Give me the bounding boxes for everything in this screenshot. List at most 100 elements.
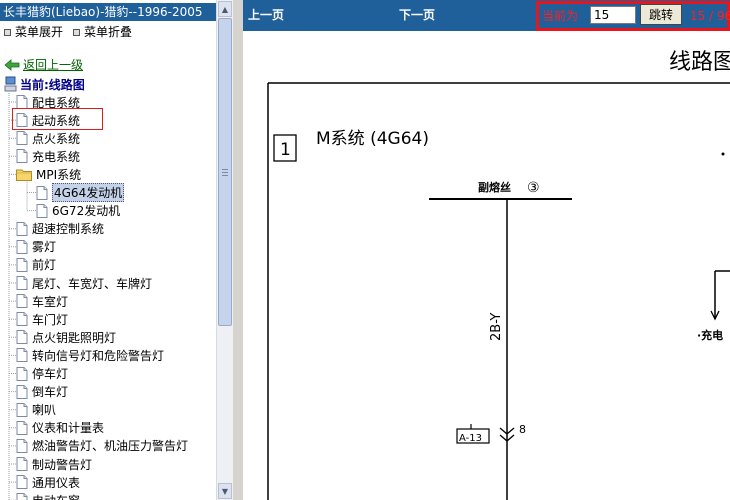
current-location-label: 当前:线路图 [20, 77, 85, 92]
tree-item[interactable]: 喇叭 [16, 401, 56, 419]
menu-controls: 菜单展开 菜单折叠 [4, 24, 132, 40]
wiring-diagram: 线路图 1 M系统 (4G64) 副熔丝 ③ 2B-Y A-13 8 ·充电 [267, 50, 730, 500]
back-arrow-icon [4, 59, 20, 71]
document-icon [16, 239, 28, 254]
dot-mark [721, 152, 725, 156]
section-number: 1 [280, 140, 291, 160]
scroll-down-button[interactable]: ▼ [218, 483, 232, 499]
document-icon [16, 312, 28, 327]
tree-item-label: 起动系统 [32, 113, 81, 128]
document-icon [16, 149, 28, 164]
prev-page-link[interactable]: 上一页 [248, 7, 284, 23]
expand-icon [4, 28, 11, 36]
tree-item[interactable]: 通用仪表 [16, 473, 80, 491]
diagram-page-title: 线路图 [669, 50, 730, 75]
back-link-label: 返回上一级 [23, 58, 84, 72]
tree-item-label: 雾灯 [32, 240, 57, 255]
tree-item[interactable]: 制动警告灯 [16, 455, 92, 473]
menu-expand-label: 菜单展开 [15, 25, 64, 39]
tree-item[interactable]: 仪表和计量表 [16, 419, 104, 437]
connector-label: A-13 [459, 433, 482, 444]
tree-item[interactable]: 倒车灯 [16, 383, 68, 401]
menu-expand-button[interactable]: 菜单展开 [4, 24, 63, 40]
tree-item-label: 配电系统 [32, 95, 81, 110]
document-icon [16, 438, 28, 453]
tree-folder[interactable]: MPI系统 [16, 165, 81, 183]
fuse-label: 副熔丝 [478, 180, 511, 194]
tree-item[interactable]: 燃油警告灯、机油压力警告灯 [16, 437, 188, 455]
collapse-icon [73, 28, 81, 36]
tree-item-label: 喇叭 [32, 403, 57, 418]
document-icon [16, 294, 28, 309]
tree-item-label: 超速控制系统 [32, 222, 105, 237]
page-count: 15 / 96 [690, 9, 730, 23]
tree-item-label: 车门灯 [32, 312, 69, 327]
tree-item[interactable]: 尾灯、车宽灯、车牌灯 [16, 274, 152, 292]
tree-item-label: 制动警告灯 [32, 457, 93, 472]
diagram-pane: 上一页 下一页 当前为 跳转 15 / 96 线路图 1 M系统 (4G64) … [243, 0, 730, 500]
scroll-up-button[interactable]: ▲ [218, 1, 232, 17]
document-icon [16, 113, 28, 128]
tree-item[interactable]: 停车灯 [16, 365, 68, 383]
tree-item-label: 燃油警告灯、机油压力警告灯 [32, 439, 189, 454]
tree-item[interactable]: 电动车窗 [16, 491, 80, 500]
tree-item[interactable]: 雾灯 [16, 238, 56, 256]
wire-code: 2B-Y [489, 313, 504, 341]
tree-scrollbar[interactable]: ▲ ▼ [216, 0, 233, 500]
tree-item[interactable]: 充电系统 [16, 147, 80, 165]
system-header: M系统 (4G64) [316, 129, 429, 149]
document-icon [16, 348, 28, 363]
computer-icon [4, 76, 17, 92]
tree-item[interactable]: 点火系统 [16, 129, 80, 147]
document-icon [16, 221, 28, 236]
document-icon [16, 493, 28, 500]
document-icon [36, 203, 48, 218]
tree-item[interactable]: 起动系统 [16, 111, 80, 129]
tree-item[interactable]: 6G72发动机 [36, 202, 120, 220]
scroll-grip-icon [222, 169, 228, 177]
document-icon [16, 420, 28, 435]
document-icon [36, 185, 48, 200]
document-icon [16, 402, 28, 417]
folder-open-icon [16, 168, 32, 181]
tree-item[interactable]: 前灯 [16, 256, 56, 274]
tree-item-label: 6G72发动机 [52, 204, 121, 219]
pane-divider[interactable] [233, 0, 243, 500]
tree-item-label: 转向信号灯和危险警告灯 [32, 348, 165, 363]
document-icon [16, 475, 28, 490]
page-number-input[interactable] [590, 6, 636, 24]
document-icon [16, 457, 28, 471]
scroll-thumb[interactable] [218, 18, 232, 326]
document-icon [16, 276, 28, 290]
tree-item-label: 前灯 [32, 258, 57, 273]
tree-item-label: 尾灯、车宽灯、车牌灯 [32, 276, 153, 291]
current-location: 当前:线路图 [4, 75, 85, 93]
menu-collapse-button[interactable]: 菜单折叠 [73, 24, 132, 40]
charging-label: ·充电 [697, 328, 723, 342]
current-page-label: 当前为 [542, 9, 579, 23]
tree-item-label: 点火钥匙照明灯 [32, 330, 117, 345]
tree-pane: 长丰猎豹(Liebao)-猎豹--1996-2005 菜单展开 菜单折叠 返回上… [0, 0, 216, 500]
tree-item[interactable]: 配电系统 [16, 93, 80, 111]
tree-item[interactable]: 车室灯 [16, 292, 68, 310]
document-icon [16, 384, 28, 399]
tree-item[interactable]: 转向信号灯和危险警告灯 [16, 346, 164, 364]
back-link[interactable]: 返回上一级 [4, 57, 83, 73]
tree-item-label: 停车灯 [32, 367, 69, 381]
fuse-number: ③ [527, 180, 540, 196]
jump-button[interactable]: 跳转 [640, 4, 682, 25]
window-title: 长丰猎豹(Liebao)-猎豹--1996-2005 [0, 3, 216, 21]
tree-item-label: 倒车灯 [32, 385, 69, 400]
tree-item[interactable]: 超速控制系统 [16, 220, 104, 238]
next-page-link[interactable]: 下一页 [399, 7, 435, 23]
connector-pin-number: 8 [519, 423, 526, 436]
tree-item[interactable]: 4G64发动机 [36, 183, 125, 202]
tree-item[interactable]: 点火钥匙照明灯 [16, 328, 116, 346]
tree-item-label: 通用仪表 [32, 475, 81, 490]
tree-item-label: 仪表和计量表 [32, 421, 105, 436]
tree-item-label: MPI系统 [36, 167, 82, 182]
tree-item-label: 充电系统 [32, 149, 81, 164]
page-toolbar: 上一页 下一页 当前为 跳转 15 / 96 [243, 0, 730, 31]
tree-item-label: 车室灯 [32, 294, 69, 309]
tree-item[interactable]: 车门灯 [16, 310, 68, 328]
